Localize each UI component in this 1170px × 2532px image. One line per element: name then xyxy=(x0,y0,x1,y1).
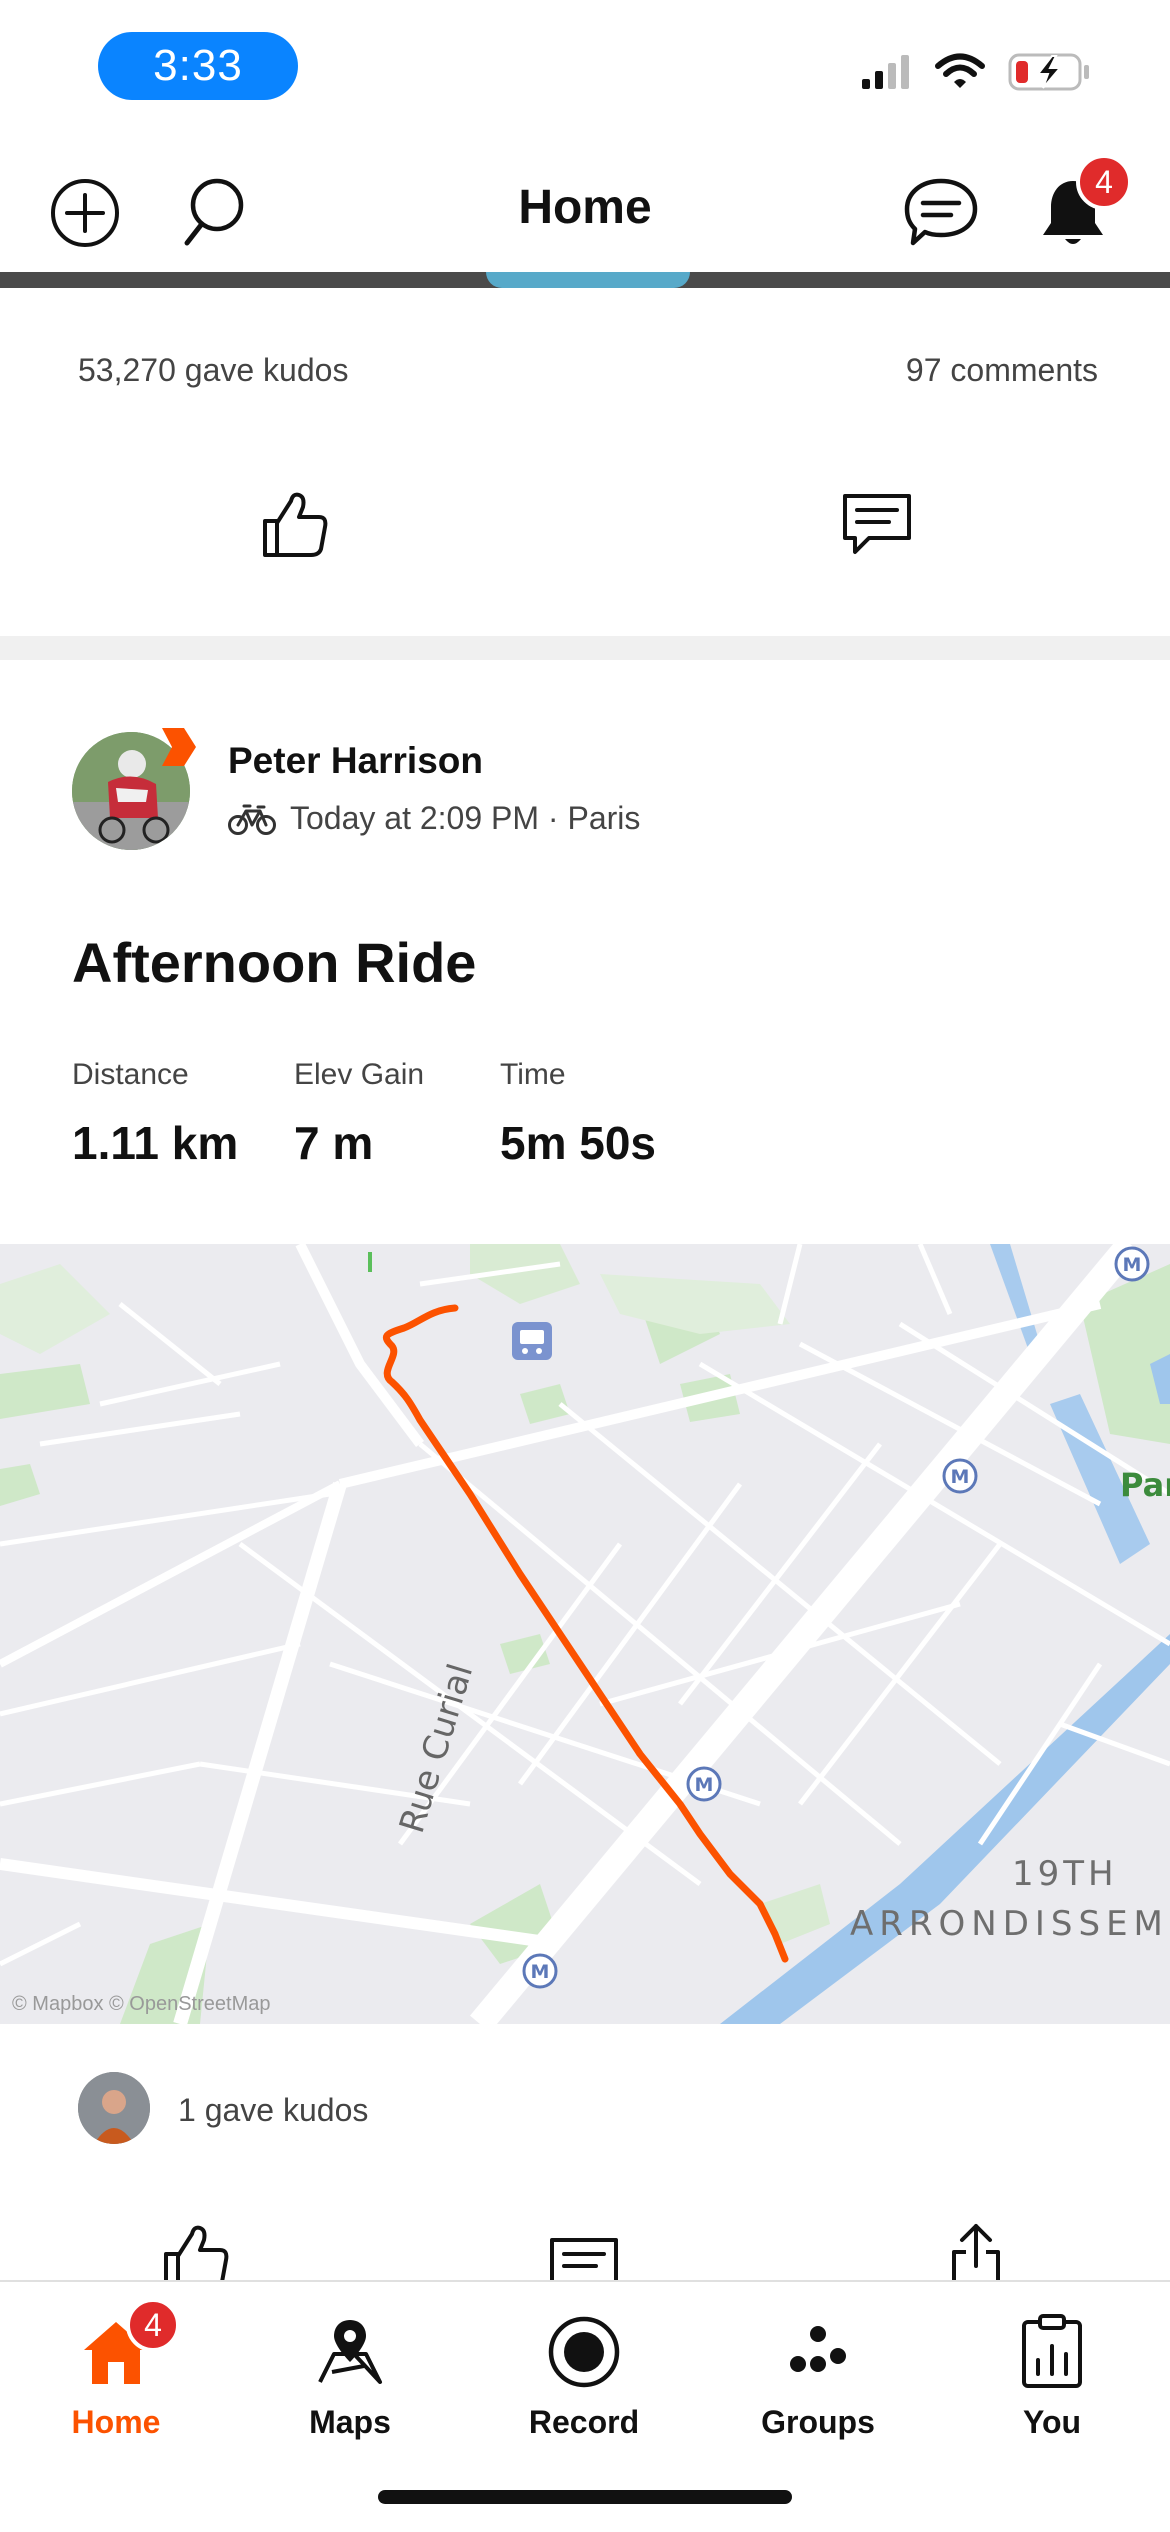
previous-post-stats: 53,270 gave kudos 97 comments xyxy=(78,352,1098,389)
svg-text:M: M xyxy=(951,1466,970,1488)
tab-icon-wrapper: 4 xyxy=(76,2298,180,2392)
stat-value: 7 m xyxy=(294,1117,374,1169)
map-pin-icon xyxy=(318,2320,382,2384)
activity-map[interactable]: M M M M Rue Curial 19TH ARRONDISSEM Par … xyxy=(0,1244,1170,2024)
wifi-icon xyxy=(935,53,985,88)
stat-distance: Distance 1.11 km xyxy=(72,1058,294,1170)
activity-kudos-count[interactable]: 1 gave kudos xyxy=(178,2092,368,2129)
tab-record[interactable]: Record xyxy=(494,2312,674,2472)
comment-icon xyxy=(843,494,911,554)
stat-label: Time xyxy=(500,1058,566,1091)
svg-text:M: M xyxy=(1123,1254,1142,1276)
previous-post-actions xyxy=(0,480,1170,580)
metro-marker: M xyxy=(522,1953,558,1989)
notification-badge: 4 xyxy=(1076,154,1132,210)
park-label: Par xyxy=(1120,1466,1170,1504)
app-header: Home 4 xyxy=(0,140,1170,286)
activity-meta: Today at 2:09 PM · Paris xyxy=(228,800,640,837)
stat-elev-gain: Elev Gain 7 m xyxy=(294,1058,500,1170)
subscriber-badge-icon xyxy=(162,728,196,766)
messages-button[interactable] xyxy=(896,168,986,258)
stat-label: Elev Gain xyxy=(294,1058,425,1091)
stat-value: 1.11 km xyxy=(72,1117,239,1169)
tab-icon-wrapper xyxy=(310,2312,390,2392)
tab-you[interactable]: You xyxy=(962,2312,1142,2472)
chat-icon xyxy=(904,178,978,246)
groups-icon xyxy=(790,2326,846,2372)
activity-date-location: Today at 2:09 PM · Paris xyxy=(290,800,641,836)
district-label-line2: ARRONDISSEM xyxy=(850,1904,1169,1944)
tab-label: Groups xyxy=(761,2404,875,2440)
tab-maps[interactable]: Maps xyxy=(260,2312,440,2472)
activity-actions xyxy=(0,2220,1170,2280)
home-tab-badge: 4 xyxy=(126,2298,180,2352)
status-time: 3:33 xyxy=(98,32,298,100)
share-icon xyxy=(952,2224,1000,2280)
feed-separator xyxy=(0,636,1170,660)
tab-home[interactable]: 4 Home xyxy=(26,2298,206,2472)
status-icons xyxy=(860,52,1090,92)
tab-groups[interactable]: Groups xyxy=(728,2312,908,2472)
home-indicator xyxy=(378,2490,792,2504)
battery-charging-icon xyxy=(1008,53,1089,91)
activity-stats: Distance 1.11 km Elev Gain 7 m Time 5m 5… xyxy=(72,1058,760,1170)
svg-text:M: M xyxy=(695,1774,714,1796)
metro-marker: M xyxy=(942,1458,978,1494)
activity-title[interactable]: Afternoon Ride xyxy=(72,930,476,995)
tab-label: Maps xyxy=(309,2404,391,2440)
notifications-button[interactable]: 4 xyxy=(1028,154,1132,258)
cellular-signal-icon xyxy=(862,55,909,89)
comment-button[interactable] xyxy=(832,480,922,570)
athlete-name[interactable]: Peter Harrison xyxy=(228,740,483,782)
district-label-line1: 19TH xyxy=(1012,1854,1118,1894)
stat-time: Time 5m 50s xyxy=(500,1058,760,1170)
thumbs-up-icon xyxy=(164,2225,229,2280)
thumbs-up-icon xyxy=(263,492,328,557)
svg-text:M: M xyxy=(531,1961,550,1983)
tab-label: Record xyxy=(528,2404,640,2440)
comment-icon xyxy=(550,2238,618,2280)
give-kudos-button[interactable] xyxy=(156,2220,236,2280)
status-bar: 3:33 xyxy=(0,0,1170,140)
tab-icon-wrapper xyxy=(544,2312,624,2392)
clipboard-chart-icon xyxy=(1022,2314,1082,2388)
comments-count[interactable]: 97 comments xyxy=(906,352,1098,389)
page-title: Home xyxy=(518,181,652,234)
metro-marker: M xyxy=(1114,1246,1150,1282)
give-kudos-button[interactable] xyxy=(250,480,340,570)
tab-label: You xyxy=(1022,2404,1082,2440)
metro-marker: M xyxy=(686,1766,722,1802)
tab-icon-wrapper xyxy=(1012,2312,1092,2392)
previous-post-image xyxy=(0,272,1170,288)
map-attribution: © Mapbox © OpenStreetMap xyxy=(12,1993,271,2015)
comment-button[interactable] xyxy=(544,2234,624,2280)
kudoer-photo xyxy=(78,2072,150,2144)
tab-label: Home xyxy=(71,2404,161,2440)
kudos-count[interactable]: 53,270 gave kudos xyxy=(78,352,348,389)
stat-value: 5m 50s xyxy=(500,1117,657,1169)
stat-label: Distance xyxy=(72,1058,189,1091)
bike-icon xyxy=(228,804,276,835)
kudoer-avatar[interactable] xyxy=(78,2072,150,2144)
train-station-icon xyxy=(512,1322,552,1360)
share-button[interactable] xyxy=(936,2220,1016,2280)
tab-icon-wrapper xyxy=(778,2312,858,2392)
record-icon xyxy=(548,2316,620,2388)
